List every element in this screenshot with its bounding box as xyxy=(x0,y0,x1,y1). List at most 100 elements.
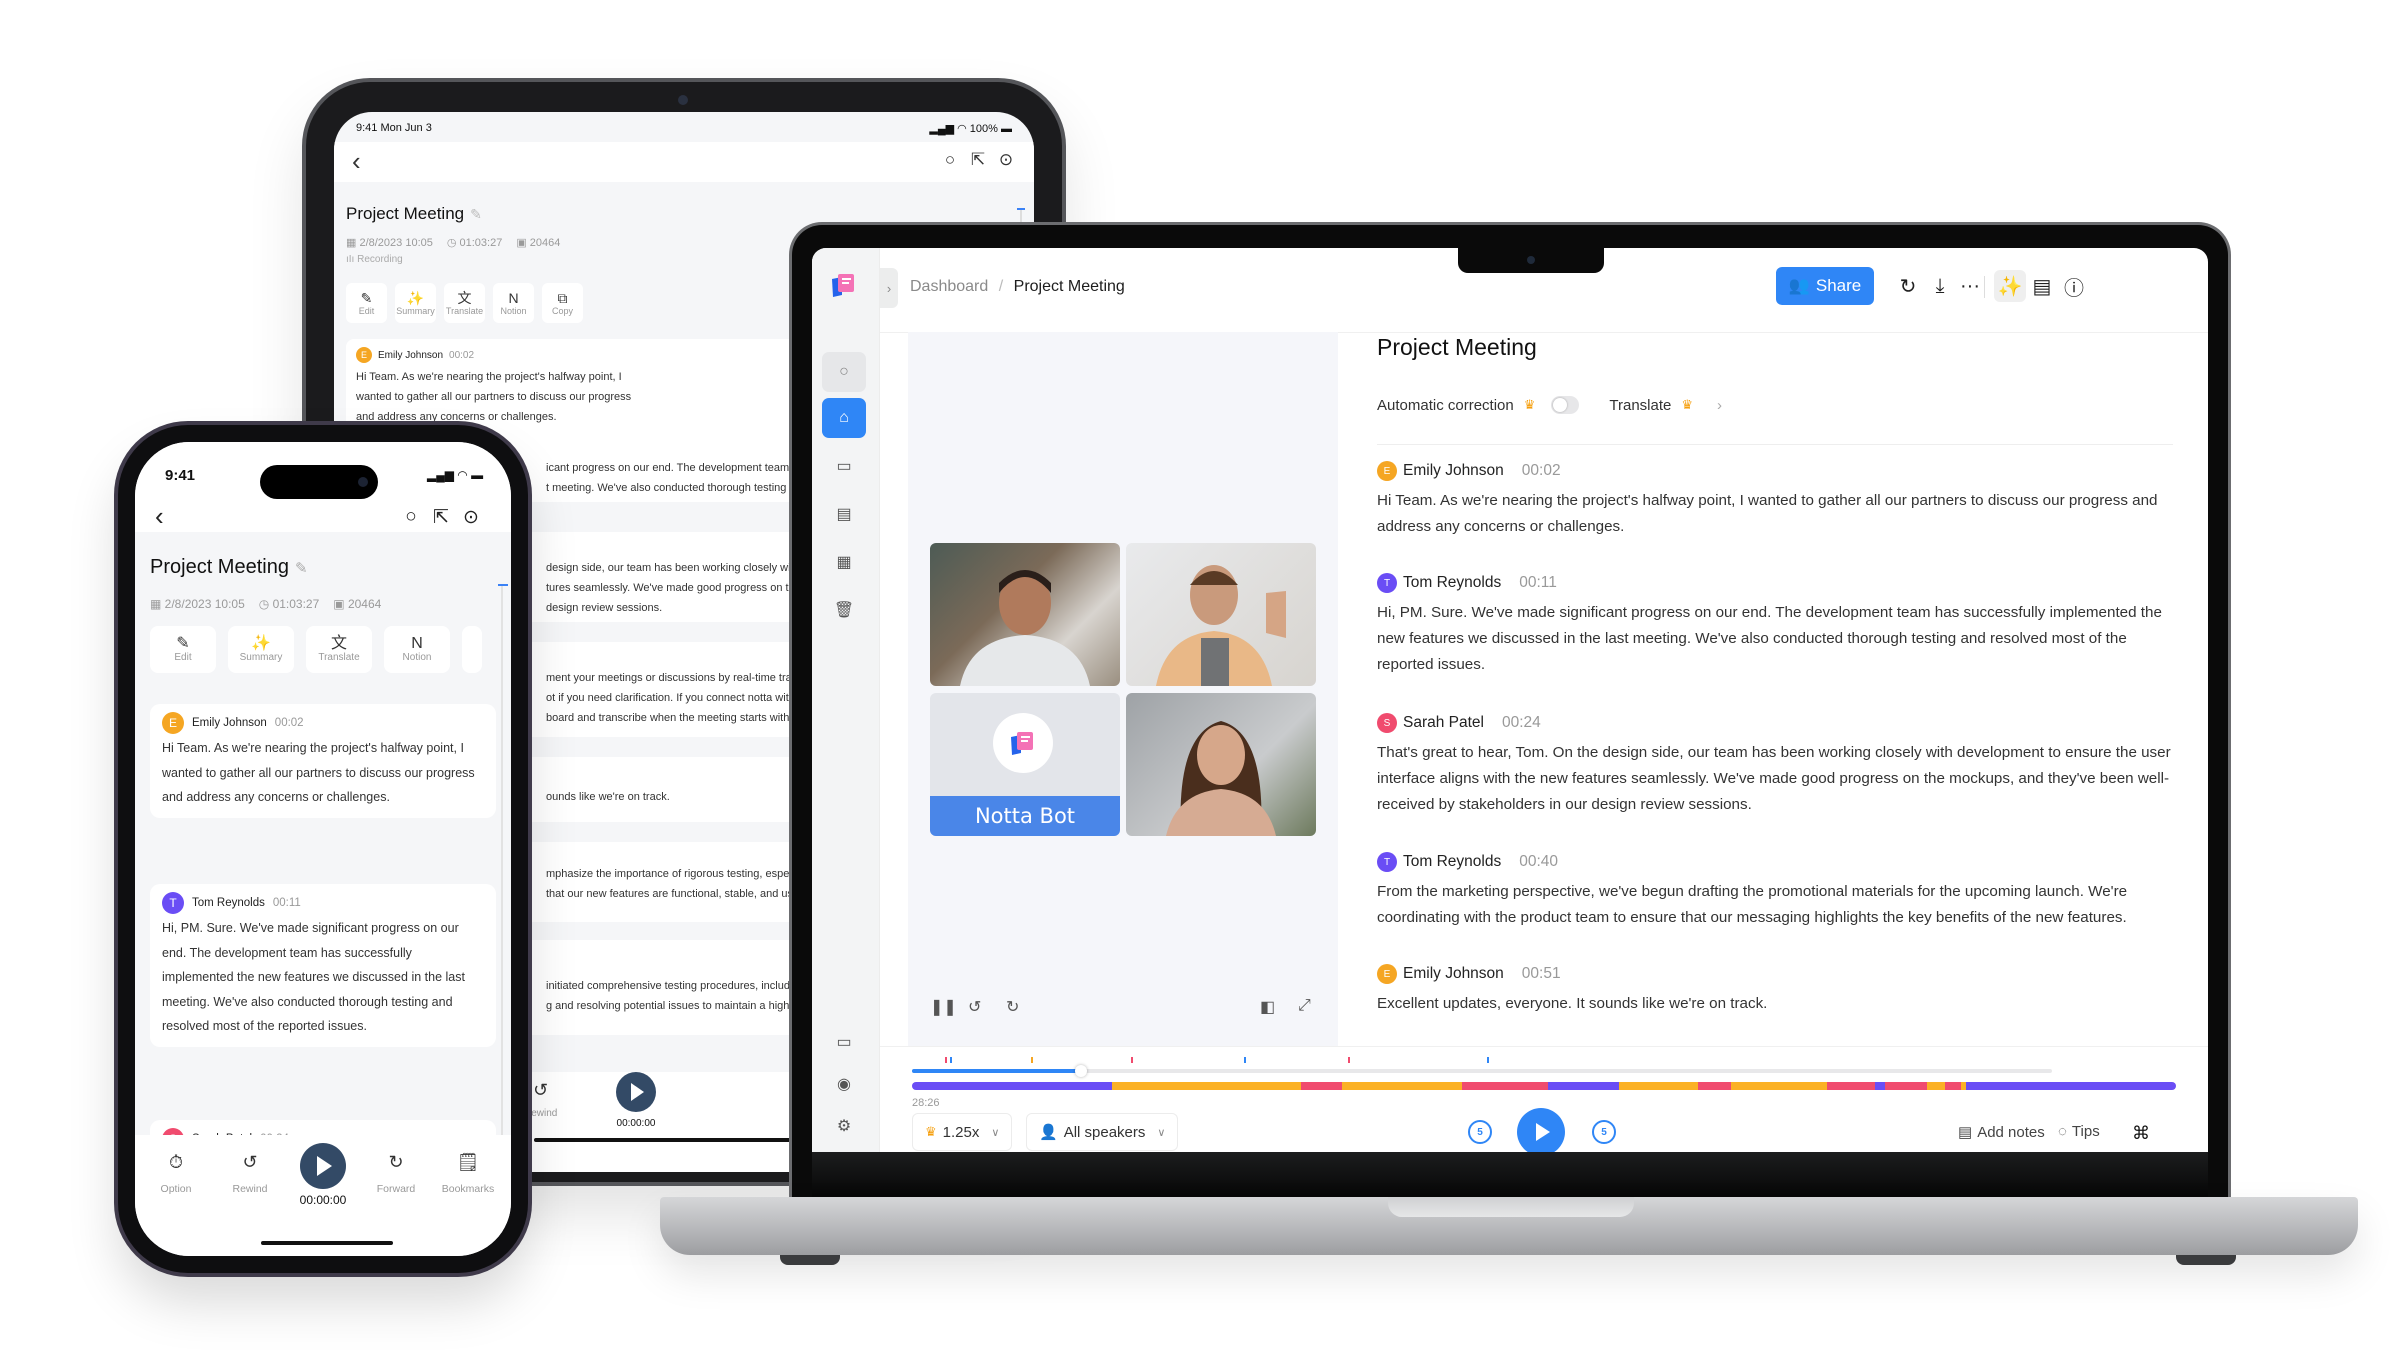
speaker-segment[interactable] xyxy=(1618,1082,1699,1090)
speaker-segment[interactable] xyxy=(1461,1082,1548,1090)
rename-pencil-icon[interactable]: ✎ xyxy=(295,560,308,577)
speaker-name[interactable]: Sarah Patel xyxy=(1403,714,1484,732)
entry-text[interactable]: Hi Team. As we're nearing the project's … xyxy=(1377,488,2177,540)
tool-edit[interactable]: ✎ Edit xyxy=(346,283,387,323)
ai-magic-button[interactable]: ✨ xyxy=(1994,270,2026,302)
bookmark-marker[interactable] xyxy=(1487,1057,1490,1063)
speaker-timeline[interactable] xyxy=(912,1082,2176,1090)
tips-button[interactable]: ◌ Tips xyxy=(2058,1123,2100,1140)
speaker-segment[interactable] xyxy=(1926,1082,1945,1090)
bookmark-marker[interactable] xyxy=(1244,1057,1247,1063)
search-icon[interactable]: ○ xyxy=(400,506,422,528)
timestamp[interactable]: 00:11 xyxy=(1519,574,1557,592)
back-icon[interactable]: ‹ xyxy=(352,146,361,177)
tool-translate[interactable]: 文 Translate xyxy=(306,626,372,673)
entry-text[interactable]: From the marketing perspective, we've be… xyxy=(1377,879,2177,931)
tool-translate[interactable]: 文 Translate xyxy=(444,283,485,323)
speakers-dropdown[interactable]: 👤 All speakers ∨ xyxy=(1026,1113,1179,1151)
add-notes-button[interactable]: ▤ Add notes xyxy=(1958,1123,2045,1142)
sidebar-calendar-add[interactable]: ▦ xyxy=(822,542,866,582)
search-replace-button[interactable]: ↻ xyxy=(1892,270,1924,302)
speaker-name[interactable]: Emily Johnson xyxy=(1403,462,1504,480)
video-rewind-button[interactable]: ↺ xyxy=(968,997,981,1017)
speaker-name[interactable]: Emily Johnson xyxy=(1403,965,1504,983)
tool-copy[interactable]: ⧉ Copy xyxy=(542,283,583,323)
entry-text[interactable]: Excellent updates, everyone. It sounds l… xyxy=(1377,991,2177,1017)
speaker-segment[interactable] xyxy=(1731,1082,1828,1090)
share-icon[interactable]: ⇱ xyxy=(430,506,452,529)
transcript-entry[interactable]: E Emily Johnson 00:02 Hi Team. As we're nea… xyxy=(150,704,496,818)
tool-summary[interactable]: ✨ Summary xyxy=(395,283,436,323)
transcript-entry[interactable]: S Sarah Patel 00:24 That's great to hear, T… xyxy=(1377,712,2177,818)
transcript-entry[interactable]: E Emily Johnson 00:02 Hi Team. As we're nea… xyxy=(1377,460,2177,540)
option-button[interactable]: ⏱ Option xyxy=(141,1147,211,1195)
speaker-segment[interactable] xyxy=(1966,1082,2176,1090)
sidebar-trash[interactable]: 🗑 xyxy=(822,590,866,630)
tool-summary[interactable]: ✨ Summary xyxy=(228,626,294,673)
rewind-button[interactable]: ↺ Rewind xyxy=(524,1080,557,1119)
transcript-entry[interactable]: T Tom Reynolds 00:11 Hi, PM. Sure. We've ma… xyxy=(1377,572,2177,678)
sidebar-home[interactable]: ⌂ xyxy=(822,398,866,438)
speaker-segment[interactable] xyxy=(1875,1082,1886,1090)
sidebar-search[interactable]: ○ xyxy=(822,352,866,392)
tool-notion[interactable]: N Notion xyxy=(384,626,450,673)
tool-overflow[interactable] xyxy=(462,626,482,673)
speaker-segment[interactable] xyxy=(1698,1082,1732,1090)
transcript-entry[interactable]: T Tom Reynolds 00:40 From the marketing per… xyxy=(1377,851,2177,931)
notta-logo-icon[interactable] xyxy=(829,270,859,300)
play-button[interactable]: 00:00:00 xyxy=(288,1143,358,1207)
chevron-right-icon[interactable]: › xyxy=(1717,397,1722,414)
speaker-segment[interactable] xyxy=(1301,1082,1342,1090)
tool-notion[interactable]: N Notion xyxy=(493,283,534,323)
breadcrumb-dashboard[interactable]: Dashboard xyxy=(910,278,988,295)
back-icon[interactable]: ‹ xyxy=(155,503,164,529)
more-icon[interactable]: ⊙ xyxy=(460,506,482,529)
pause-button[interactable]: ❚❚ xyxy=(930,997,957,1017)
tool-edit[interactable]: ✎ Edit xyxy=(150,626,216,673)
play-button[interactable] xyxy=(1517,1108,1565,1152)
speaker-name[interactable]: Tom Reynolds xyxy=(1403,574,1501,592)
notes-button[interactable]: ▤ xyxy=(2026,270,2058,302)
bookmark-marker[interactable] xyxy=(1030,1057,1033,1063)
rewind-button[interactable]: ↺ Rewind xyxy=(215,1147,285,1195)
speaker-segment[interactable] xyxy=(1547,1082,1619,1090)
sidebar-calendar[interactable]: ▤ xyxy=(822,494,866,534)
translate-option[interactable]: Translate xyxy=(1609,397,1671,414)
auto-correction-toggle[interactable] xyxy=(1551,396,1580,414)
sidebar-collapse-button[interactable]: › xyxy=(880,268,898,308)
entry-text[interactable]: Hi, PM. Sure. We've made significant pro… xyxy=(1377,600,2177,678)
speaker-name[interactable]: Tom Reynolds xyxy=(1403,853,1501,871)
sidebar-feedback[interactable]: ▭ xyxy=(822,1022,866,1062)
bookmark-marker[interactable] xyxy=(944,1057,947,1063)
skip-back-button[interactable]: 5 xyxy=(1468,1120,1492,1144)
timestamp[interactable]: 00:02 xyxy=(1522,462,1561,480)
progress-knob[interactable] xyxy=(1074,1065,1087,1077)
forward-button[interactable]: ↻ Forward xyxy=(361,1147,431,1195)
sidebar-settings[interactable]: ⚙ xyxy=(822,1106,866,1146)
speed-dropdown[interactable]: ♛ 1.25x ∨ xyxy=(912,1113,1013,1151)
share-icon[interactable]: ⇱ xyxy=(968,150,988,170)
transcript-entry[interactable]: T Tom Reynolds 00:11 Hi, PM. Sure. We've ma… xyxy=(150,884,496,1047)
timestamp[interactable]: 00:51 xyxy=(1522,965,1561,983)
speaker-segment[interactable] xyxy=(1944,1082,1962,1090)
bookmark-marker[interactable] xyxy=(1348,1057,1351,1063)
fullscreen-button[interactable]: ⤢ xyxy=(1298,997,1311,1015)
speaker-segment[interactable] xyxy=(1111,1082,1302,1090)
skip-forward-button[interactable]: 5 xyxy=(1592,1120,1616,1144)
speaker-segment[interactable] xyxy=(1885,1082,1927,1090)
speaker-segment[interactable] xyxy=(1827,1082,1876,1090)
rename-pencil-icon[interactable]: ✎ xyxy=(470,206,482,222)
video-forward-button[interactable]: ↻ xyxy=(1006,997,1019,1017)
download-button[interactable]: ⤓ xyxy=(1924,270,1956,302)
sidebar-idea[interactable]: ◉ xyxy=(822,1064,866,1104)
help-button[interactable]: ⓘ xyxy=(2058,270,2090,302)
more-button[interactable]: ··· xyxy=(1954,270,1986,302)
progress-track[interactable] xyxy=(912,1065,2052,1077)
sidepanel-toggle-button[interactable]: ◧ xyxy=(1260,997,1275,1017)
search-icon[interactable]: ○ xyxy=(940,150,960,170)
bookmark-marker[interactable] xyxy=(949,1057,952,1063)
timestamp[interactable]: 00:40 xyxy=(1519,853,1558,871)
timestamp[interactable]: 00:24 xyxy=(1502,714,1541,732)
speaker-segment[interactable] xyxy=(1341,1082,1462,1090)
bookmark-marker[interactable] xyxy=(1130,1057,1133,1063)
